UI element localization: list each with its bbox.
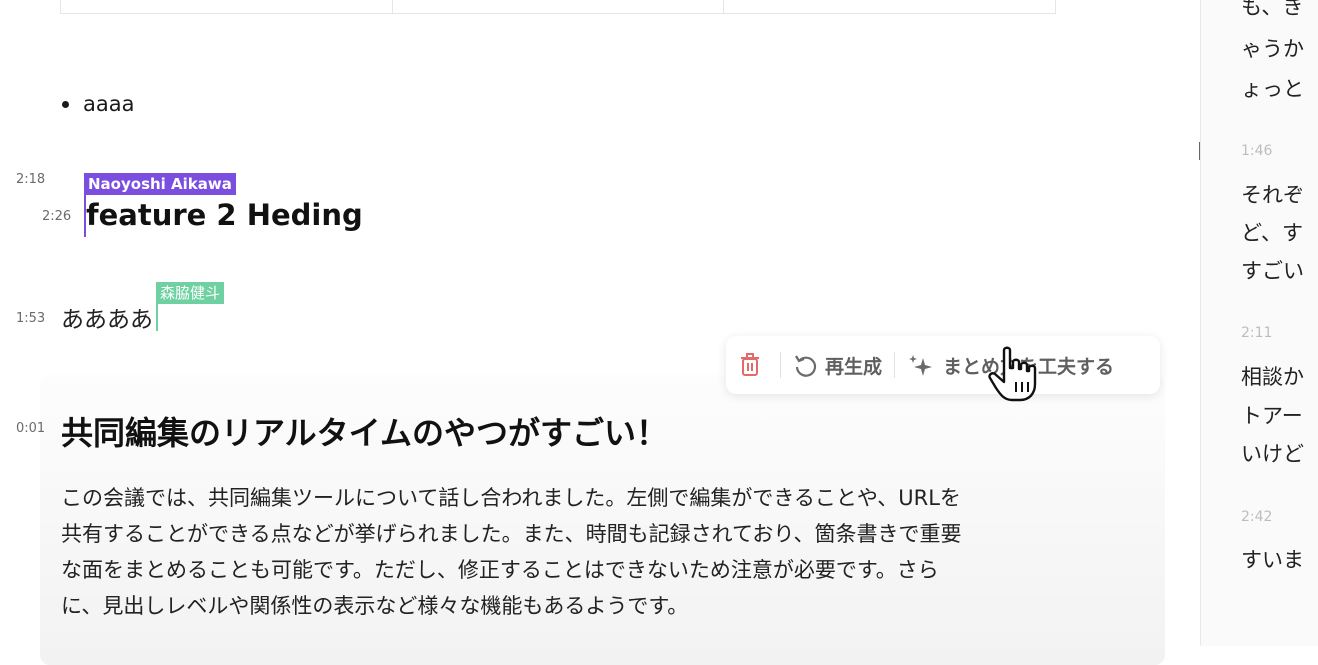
table-cell[interactable]: [61, 0, 393, 13]
summary-line: な面をまとめることも可能です。ただし、修正することはできないため注意が必要です。…: [61, 558, 939, 582]
transcript-line[interactable]: ゃうか: [1241, 30, 1304, 68]
bullet-text: aaaa: [83, 92, 135, 116]
undo-icon: [795, 355, 817, 377]
transcript-timestamp: 2:11: [1241, 325, 1273, 341]
transcript-line[interactable]: すごい: [1241, 252, 1304, 290]
transcript-line[interactable]: いけど: [1241, 435, 1304, 473]
timestamp: 0:01: [16, 421, 46, 436]
section-heading[interactable]: feature 2 Heding: [86, 198, 363, 232]
table-cell[interactable]: [724, 0, 1055, 13]
paragraph-text[interactable]: ああああ: [61, 300, 153, 334]
summary-body[interactable]: この会議では、共同編集ツールについて話し合われました。左側で編集ができることや、…: [61, 480, 1121, 624]
table-cell[interactable]: [393, 0, 725, 13]
bullet-dot: [62, 100, 69, 108]
transcript-line[interactable]: トアー: [1241, 397, 1303, 435]
bullet-list-item[interactable]: aaaa: [62, 92, 134, 116]
transcript-line[interactable]: ょっと: [1241, 70, 1304, 108]
delete-button[interactable]: [738, 352, 768, 378]
regenerate-label: 再生成: [825, 355, 883, 378]
collaborator-cursor-label: Naoyoshi Aikawa: [84, 173, 236, 195]
editor-pane: aaaa 2:18 2:26 Naoyoshi Aikawa feature 2…: [0, 0, 1200, 665]
timestamp: 1:53: [16, 311, 46, 326]
summary-title[interactable]: 共同編集のリアルタイムのやつがすごい！: [61, 408, 668, 454]
collaborator-caret: [156, 303, 158, 331]
toolbar-divider: [894, 352, 896, 378]
transcript-line[interactable]: ど、す: [1241, 214, 1303, 252]
summary-line: に、見出しレベルや関係性の表示など様々な機能もあるようです。: [61, 594, 689, 618]
trash-icon: [741, 353, 759, 376]
sparkle-icon: [909, 355, 933, 376]
summary-toolbar: 再生成 まとめ方を工夫する: [726, 336, 1160, 394]
hand-pointer-icon: [988, 346, 1037, 402]
table: [60, 0, 1056, 14]
timestamp: 2:18: [16, 172, 46, 187]
transcript-line[interactable]: すいま: [1241, 541, 1304, 579]
transcript-panel: も、き ゃうか ょっと 1:46 それぞ ど、す すごい 2:11 相談か トア…: [1200, 0, 1318, 646]
transcript-timestamp: 1:46: [1241, 143, 1273, 159]
regenerate-button[interactable]: 再生成: [793, 352, 882, 379]
collaborator-cursor-label: 森脇健斗: [156, 282, 225, 304]
transcript-line[interactable]: も、き: [1241, 0, 1303, 26]
transcript-line[interactable]: それぞ: [1241, 176, 1304, 214]
transcript-timestamp: 2:42: [1241, 509, 1273, 525]
toolbar-divider: [780, 352, 781, 378]
summary-line: 共有することができる点などが挙げられました。また、時間も記録されており、箇条書き…: [61, 522, 962, 546]
transcript-line[interactable]: 相談か: [1241, 358, 1304, 396]
timestamp: 2:26: [42, 209, 72, 224]
summary-line: この会議では、共同編集ツールについて話し合われました。左側で編集ができることや、…: [61, 486, 961, 510]
